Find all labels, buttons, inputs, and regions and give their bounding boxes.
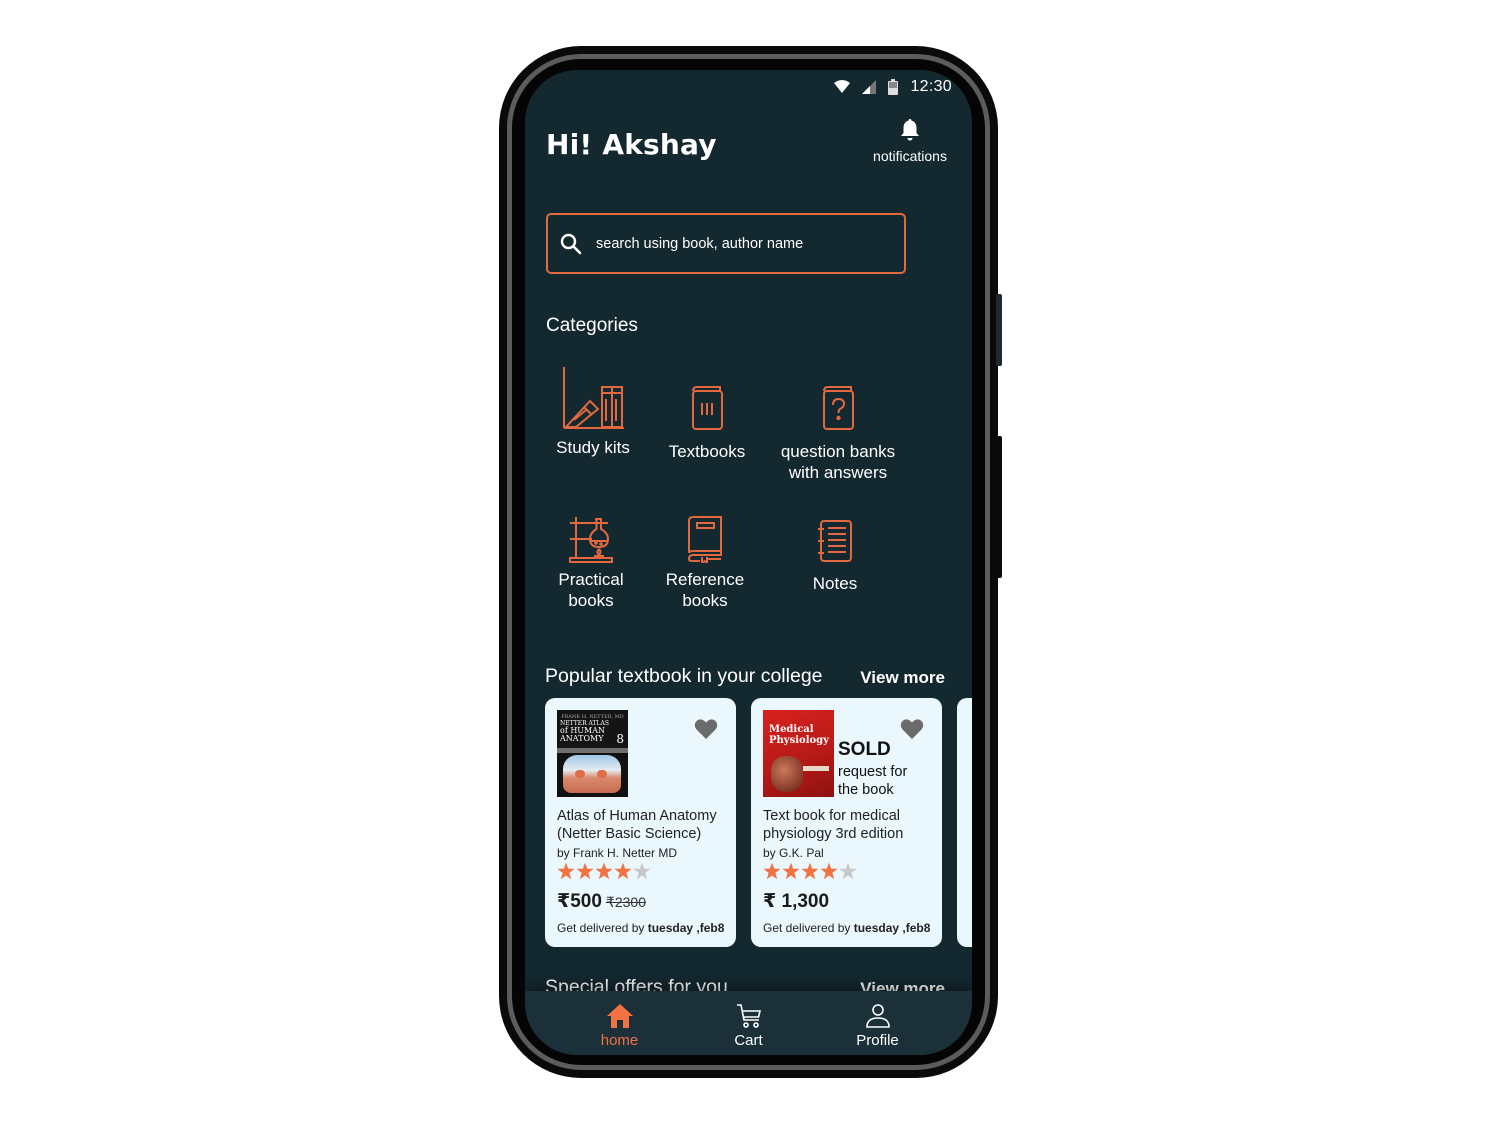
book-card[interactable]: Medical Physiology SOLD request for the … [751,698,942,947]
notepad-icon [818,520,852,562]
nav-cart[interactable]: Cart [699,991,799,1055]
book-title: Text book for medical physiology 3rd edi… [763,808,904,842]
search-input[interactable] [596,235,876,252]
star-filled-icon [614,862,632,880]
categories-title: Categories [546,315,638,336]
status-bar: 12:30 [834,76,952,98]
book-price-row: ₹ 1,300 [763,890,829,913]
greeting-title: Hi! Akshay [546,128,717,161]
star-empty-icon [633,862,651,880]
star-empty-icon [839,862,857,880]
category-label: Study kits [556,438,630,457]
cover-edition: 8 [616,732,624,746]
delivery-date: tuesday ,feb8 [853,921,931,935]
star-filled-icon [820,862,838,880]
book-price-row: ₹500 ₹2300 [557,890,646,913]
category-label: Notes [812,574,858,593]
nav-label: home [600,1032,639,1049]
category-question-banks[interactable]: question banks with answers [773,385,903,483]
category-label: Textbooks [668,442,746,461]
book-old-price: ₹2300 [605,894,646,910]
delivery-info: Get delivered by tuesday ,feb8 [557,921,724,935]
rating-stars [557,862,651,880]
book-author: by G.K. Pal [763,846,824,860]
book-cover: FRANK H. NETTER, MD NETTER ATLAS of HUMA… [557,710,628,797]
book-card[interactable]: FRANK H. NETTER, MD NETTER ATLAS of HUMA… [545,698,736,947]
textbook-icon [692,386,723,430]
nav-label: Cart [734,1032,763,1049]
question-book-icon [823,386,854,430]
delivery-info: Get delivered by tuesday ,feb8 [763,921,930,935]
view-more-link[interactable]: View more [860,668,945,688]
category-practical-books[interactable]: Practical books [526,515,656,611]
star-filled-icon [595,862,613,880]
rating-stars [763,862,857,880]
cart-icon [736,1004,761,1028]
category-label: Reference [665,570,745,589]
category-textbooks[interactable]: Textbooks [642,385,772,462]
app-screen: 12:30 Hi! Akshay notifications Categorie… [525,70,972,1055]
category-reference-books[interactable]: Reference books [640,515,770,611]
category-label-2: with answers [788,463,888,482]
clock: 12:30 [910,78,952,95]
power-button [996,436,1002,578]
star-filled-icon [763,862,781,880]
category-label: question banks [780,442,896,461]
nav-label: Profile [856,1032,899,1049]
book-title: Atlas of Human Anatomy (Netter Basic Sci… [557,808,717,842]
cell-signal-icon [862,80,877,94]
search-icon [560,233,582,254]
home-icon [606,1004,633,1028]
delivery-date: tuesday ,feb8 [647,921,725,935]
category-label-2: books [568,591,614,610]
cover-text: Medical [769,724,814,735]
book-cover: Medical Physiology [763,710,834,797]
wifi-icon [834,80,851,93]
popular-section-title: Popular textbook in your college [545,665,823,687]
book-price: ₹ 1,300 [763,891,830,912]
nav-home[interactable]: home [570,991,670,1055]
request-book-link[interactable]: request for the book [838,763,928,799]
book-price: ₹500 [557,891,602,912]
sold-badge: SOLD [838,739,891,760]
delivery-prefix: Get delivered by [763,921,854,935]
volume-button [996,294,1002,366]
notifications-button[interactable]: notifications [865,118,955,164]
book-card-partial[interactable] [957,698,972,947]
profile-icon [865,1004,890,1028]
nav-profile[interactable]: Profile [828,991,928,1055]
star-filled-icon [801,862,819,880]
reference-book-icon [687,516,722,563]
star-filled-icon [557,862,575,880]
cover-text: ANATOMY [560,734,604,743]
category-notes[interactable]: Notes [770,519,900,594]
delivery-prefix: Get delivered by [557,921,648,935]
notifications-label: notifications [873,148,947,164]
bottom-navigation: home Cart Profile [525,991,972,1055]
bell-icon [901,119,919,141]
category-label: Practical [558,570,624,589]
favorite-heart-icon[interactable] [900,718,924,740]
book-author: by Frank H. Netter MD [557,846,678,860]
cover-text: Physiology [769,735,829,746]
category-label-2: books [682,591,728,610]
favorite-heart-icon[interactable] [694,718,718,740]
search-box[interactable] [546,213,906,274]
star-filled-icon [576,862,594,880]
battery-icon [888,79,899,95]
lab-flask-icon [569,517,613,563]
books-shelf-icon [563,367,624,429]
category-study-kits[interactable]: Study kits [528,365,658,458]
star-filled-icon [782,862,800,880]
